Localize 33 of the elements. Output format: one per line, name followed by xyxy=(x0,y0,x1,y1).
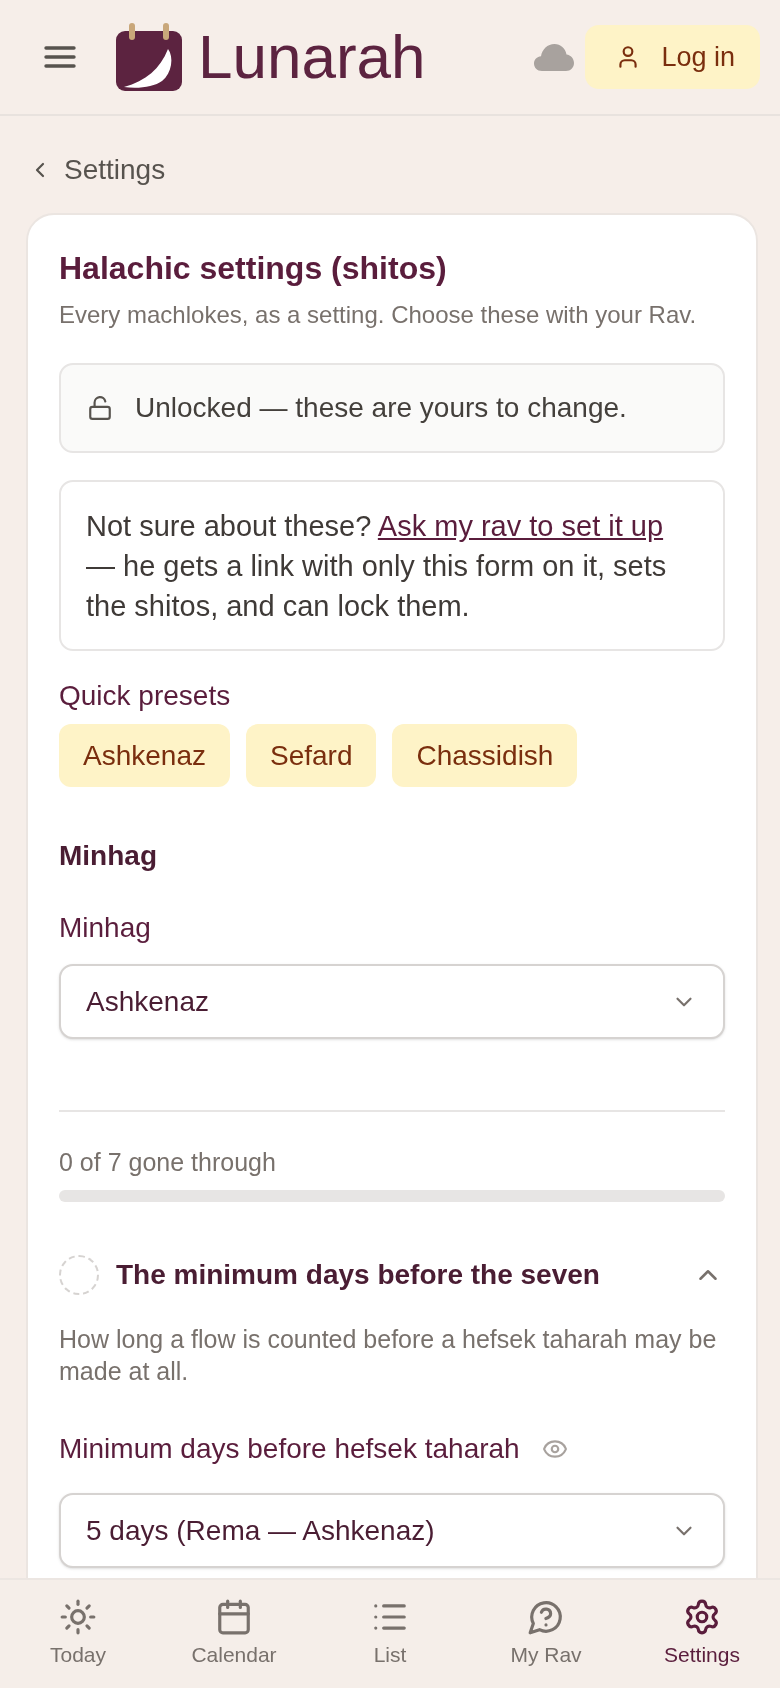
menu-icon xyxy=(44,46,76,68)
progress-text: 0 of 7 gone through xyxy=(59,1147,277,1178)
nav-tab[interactable]: Today xyxy=(0,1580,156,1688)
presets-label: Quick presets xyxy=(59,679,232,713)
calendar-icon xyxy=(215,1598,253,1636)
nav-tab[interactable]: Settings xyxy=(624,1580,780,1688)
cloud-icon xyxy=(534,43,575,71)
section-heading: Minhag xyxy=(59,839,158,873)
preset-button[interactable]: Ashkenaz xyxy=(59,724,230,787)
field-label: Minhag xyxy=(59,911,152,945)
question-bubble-icon xyxy=(527,1598,565,1636)
preset-button[interactable]: Sefard xyxy=(245,724,377,787)
card-subtitle: Every machlokes, as a setting. Choose these with your Rav. xyxy=(59,300,698,330)
days-select[interactable]: 5 days (Rema — Ashkenaz) xyxy=(59,1493,725,1568)
question-description: How long a flow is counted before a hefsek taharah may be made at all. xyxy=(59,1324,718,1387)
login-button[interactable]: Log in xyxy=(585,25,760,89)
nav-tab[interactable]: List xyxy=(312,1580,468,1688)
question-title: The minimum days before the seven xyxy=(116,1258,600,1292)
brand-name: Lunarah xyxy=(198,22,426,92)
help-text: Not sure about these? Ask my rav to set it up — he gets a link with only this form on it, sets the shitos, and can lock them. xyxy=(86,509,668,624)
nav-tab[interactable]: My Rav xyxy=(468,1580,624,1688)
lock-status-text: Unlocked — these are yours to change. xyxy=(135,391,627,425)
minhag-select[interactable]: Ashkenaz xyxy=(59,964,725,1039)
back-button[interactable]: Settings xyxy=(28,152,166,188)
ask-rav-link[interactable]: Ask my rav to set it up xyxy=(377,510,664,542)
settings-icon xyxy=(683,1598,721,1636)
sun-icon xyxy=(59,1598,97,1636)
card-title: Halachic settings (shitos) xyxy=(59,249,448,288)
logo-icon xyxy=(116,23,184,91)
field-label: Minimum days before hefsek taharah xyxy=(59,1432,520,1466)
preset-button[interactable]: Chassidish xyxy=(392,724,578,787)
menu-button[interactable] xyxy=(44,46,76,68)
nav-tab[interactable]: Calendar xyxy=(156,1580,312,1688)
